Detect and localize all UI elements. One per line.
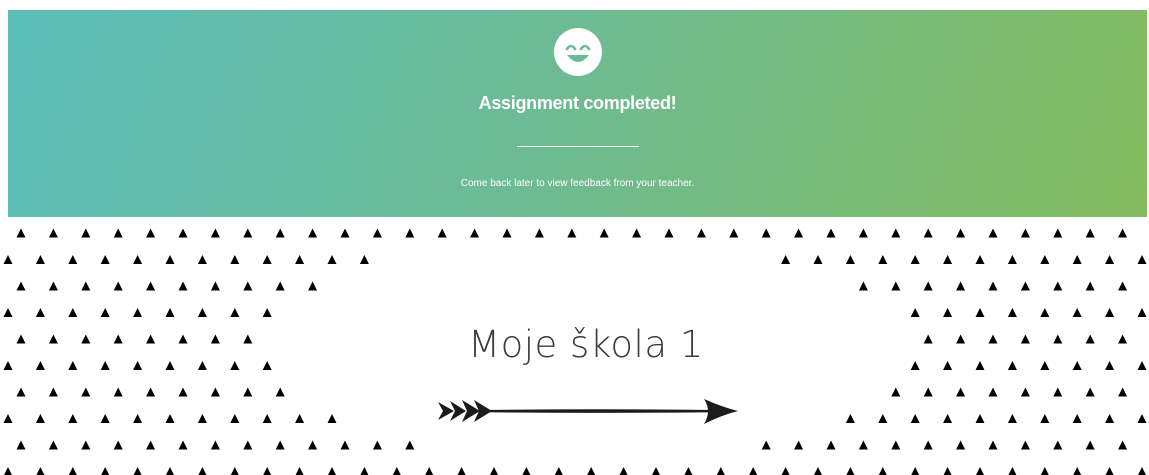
arrow-right-icon	[438, 399, 738, 424]
smiley-face-icon	[553, 28, 602, 76]
course-hero: Moje škola 1	[0, 217, 1149, 475]
banner-title: Assignment completed!	[478, 93, 677, 113]
course-title: Moje škola 1	[468, 323, 704, 366]
banner-subtitle: Come back later to view feedback from yo…	[460, 178, 695, 189]
completion-banner: Assignment completed! Come back later to…	[8, 10, 1147, 217]
assignment-page: Assignment completed! Come back later to…	[0, 0, 1149, 475]
banner-divider	[516, 146, 639, 147]
